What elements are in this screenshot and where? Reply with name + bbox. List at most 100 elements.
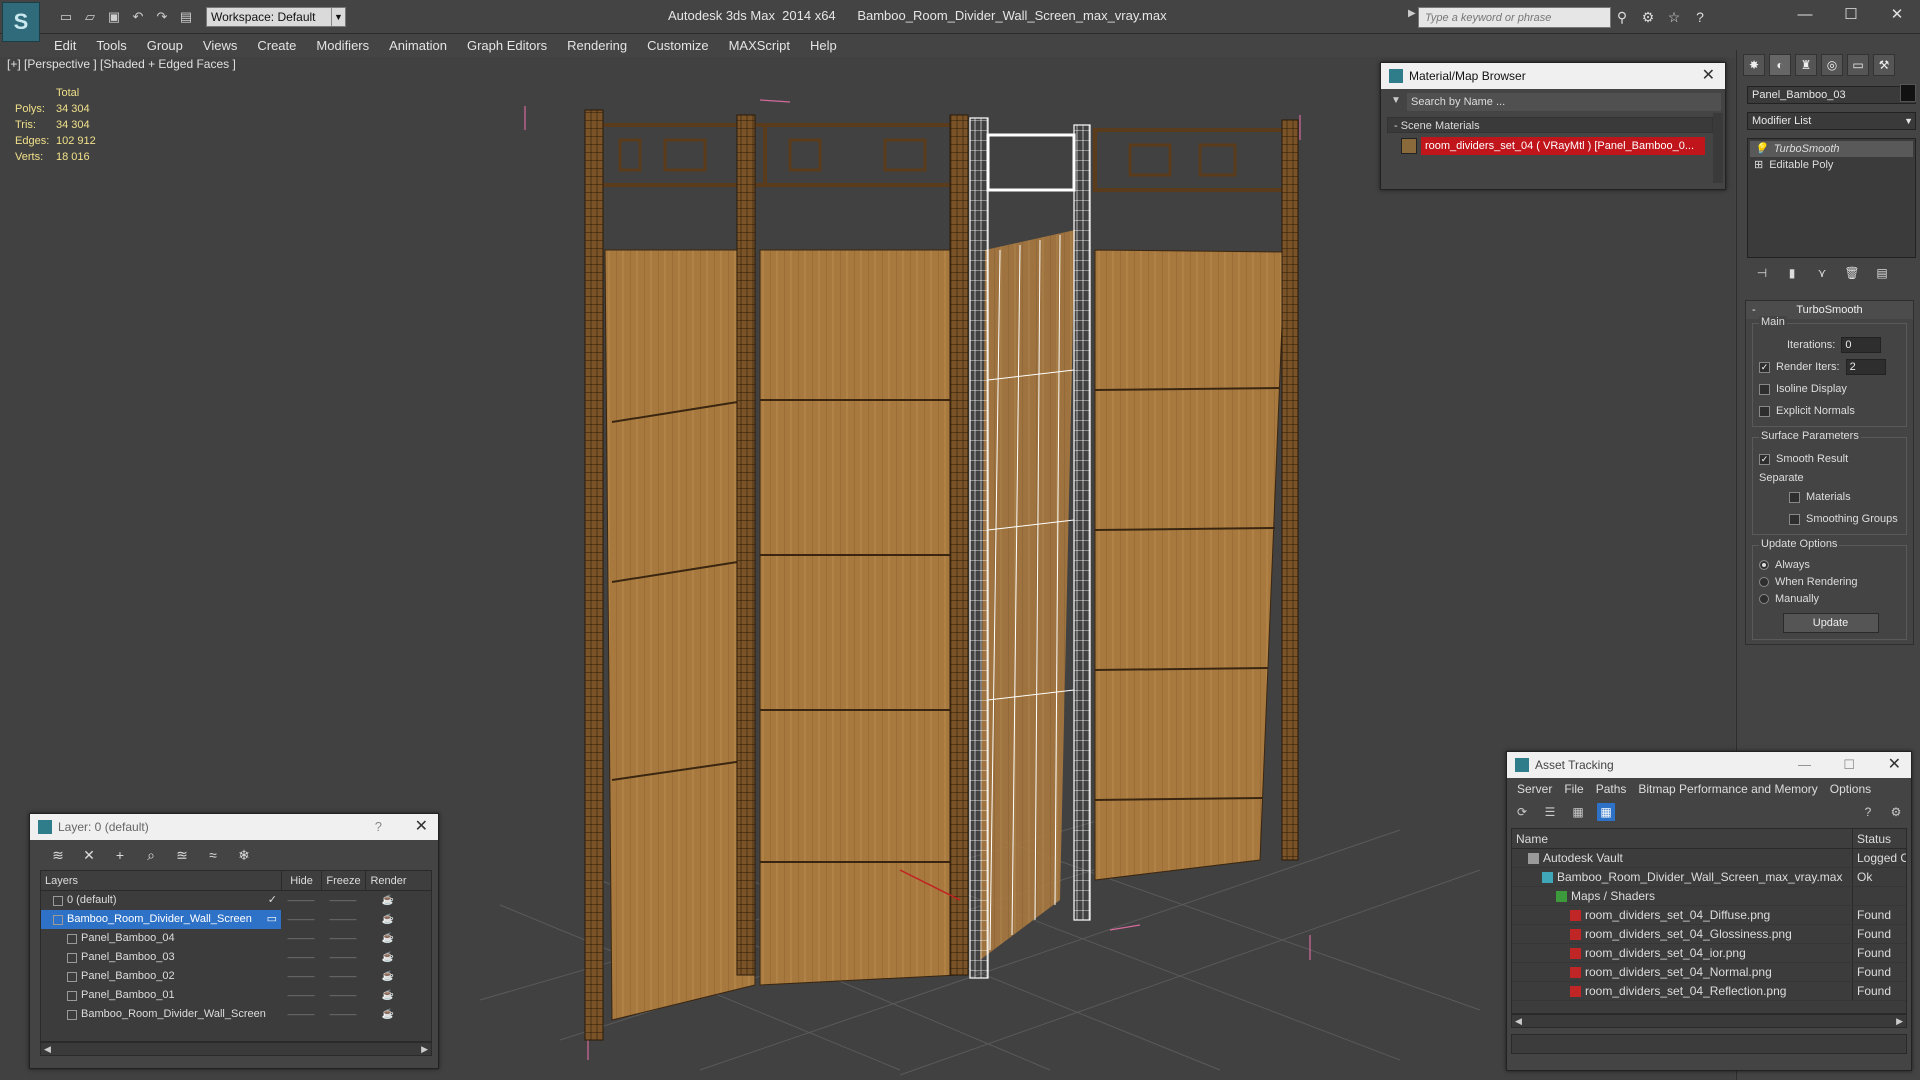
asset-row[interactable]: Bamboo_Room_Divider_Wall_Screen_max_vray… [1512, 868, 1906, 887]
app-menu-button[interactable]: S [2, 2, 40, 42]
render-teapot-icon[interactable]: ☕ [365, 948, 411, 967]
menu-tools[interactable]: Tools [86, 38, 136, 53]
asset-row[interactable]: room_dividers_set_04_ior.png Found [1512, 944, 1906, 963]
menu-customize[interactable]: Customize [637, 38, 718, 53]
show-end-result-icon[interactable]: ▮ [1783, 266, 1801, 284]
maximize-icon[interactable]: ☐ [1828, 0, 1874, 30]
undo-icon[interactable]: ↶ [128, 8, 148, 26]
scroll-right-icon[interactable]: ▶ [1896, 1016, 1903, 1027]
column-freeze[interactable]: Freeze [321, 871, 365, 890]
scroll-left-icon[interactable]: ◀ [44, 1044, 51, 1055]
scrollbar[interactable] [1713, 113, 1723, 183]
delete-layer-icon[interactable]: ✕ [79, 845, 99, 865]
when-rendering-radio[interactable] [1759, 576, 1769, 587]
asset-menu-paths[interactable]: Paths [1590, 782, 1633, 796]
menu-edit[interactable]: Edit [44, 38, 86, 53]
motion-tab-icon[interactable]: ◎ [1821, 54, 1843, 76]
help-icon[interactable]: ? [1690, 8, 1710, 26]
asset-row[interactable]: Maps / Shaders [1512, 887, 1906, 906]
asset-row[interactable]: Autodesk Vault Logged O [1512, 849, 1906, 868]
render-teapot-icon[interactable]: ☕ [365, 910, 411, 929]
material-search-input[interactable]: Search by Name ... [1407, 93, 1721, 111]
hide-toggle[interactable]: ——— [281, 929, 321, 948]
freeze-toggle[interactable]: ——— [321, 948, 365, 967]
hide-all-layers-icon[interactable]: ≈ [203, 845, 223, 865]
always-radio[interactable] [1759, 559, 1769, 570]
table-view-icon[interactable]: ▦ [1597, 803, 1615, 821]
freeze-toggle[interactable]: ——— [321, 967, 365, 986]
asset-row[interactable]: room_dividers_set_04_Normal.png Found [1512, 963, 1906, 982]
workspace-dropdown[interactable]: Workspace: Default ▼ [206, 7, 346, 27]
isoline-display-checkbox[interactable] [1759, 383, 1770, 395]
project-folder-icon[interactable]: ▤ [176, 8, 196, 26]
open-file-icon[interactable]: ▱ [80, 8, 100, 26]
freeze-toggle[interactable]: ——— [321, 929, 365, 948]
minimize-icon[interactable]: — [1782, 0, 1828, 30]
menu-rendering[interactable]: Rendering [557, 38, 637, 53]
freeze-toggle[interactable]: ——— [321, 891, 365, 910]
asset-menu-options[interactable]: Options [1824, 782, 1877, 796]
current-layer-indicator[interactable]: ▭ [267, 910, 277, 929]
column-layers[interactable]: Layers [41, 871, 281, 890]
close-icon[interactable]: ✕ [1888, 752, 1901, 778]
list-view-icon[interactable]: ☰ [1541, 803, 1559, 821]
asset-menu-file[interactable]: File [1558, 782, 1589, 796]
menu-group[interactable]: Group [137, 38, 193, 53]
horizontal-scrollbar[interactable]: ◀ ▶ [40, 1042, 432, 1056]
layer-titlebar[interactable]: Layer: 0 (default) ? ✕ [30, 814, 438, 840]
hide-toggle[interactable]: ——— [281, 910, 321, 929]
layer-row[interactable]: Bamboo_Room_Divider_Wall_Screen ——— ——— ☕ [41, 1005, 431, 1024]
material-browser-titlebar[interactable]: Material/Map Browser ✕ [1381, 63, 1725, 89]
freeze-toggle[interactable]: ——— [321, 986, 365, 1005]
hide-toggle[interactable]: ——— [281, 1005, 321, 1024]
thumbnail-view-icon[interactable]: ▦ [1569, 803, 1587, 821]
create-tab-icon[interactable]: ✸ [1743, 54, 1765, 76]
scene-materials-section[interactable]: - Scene Materials [1387, 117, 1713, 133]
asset-row[interactable]: room_dividers_set_04_Glossiness.png Found [1512, 925, 1906, 944]
asset-menu-server[interactable]: Server [1511, 782, 1558, 796]
asset-row[interactable]: room_dividers_set_04_Reflection.png Found [1512, 982, 1906, 1001]
column-render[interactable]: Render [365, 871, 411, 890]
column-name[interactable]: Name [1512, 829, 1852, 848]
remove-modifier-icon[interactable]: 🗑 [1843, 266, 1861, 284]
column-status[interactable]: Status [1852, 829, 1906, 848]
modifier-list-dropdown[interactable]: Modifier List ▼ [1747, 112, 1916, 130]
hide-toggle[interactable]: ——— [281, 967, 321, 986]
render-teapot-icon[interactable]: ☕ [365, 1005, 411, 1024]
help-search-input[interactable]: Type a keyword or phrase [1418, 7, 1611, 28]
close-icon[interactable]: ✕ [415, 814, 428, 840]
scroll-left-icon[interactable]: ◀ [1515, 1016, 1522, 1027]
menu-views[interactable]: Views [193, 38, 247, 53]
render-teapot-icon[interactable]: ☕ [365, 929, 411, 948]
expand-plus-icon[interactable]: ⊞ [1754, 157, 1763, 173]
add-to-layer-icon[interactable]: + [110, 845, 130, 865]
freeze-toggle[interactable]: ——— [321, 910, 365, 929]
asset-menu-bitmap-performance-and-memory[interactable]: Bitmap Performance and Memory [1632, 782, 1823, 796]
freeze-toggle[interactable]: ——— [321, 1005, 365, 1024]
help-icon[interactable]: ? [1859, 803, 1877, 821]
stack-item-turbosmooth[interactable]: 💡 TurboSmooth [1750, 141, 1913, 157]
asset-path-field[interactable] [1511, 1034, 1907, 1054]
configure-modifier-sets-icon[interactable]: ▤ [1873, 266, 1891, 284]
materials-checkbox[interactable] [1789, 491, 1800, 503]
manually-radio[interactable] [1759, 593, 1769, 604]
communication-center-icon[interactable]: ⚙ [1638, 8, 1658, 26]
hide-toggle[interactable]: ——— [281, 986, 321, 1005]
search-expand-icon[interactable]: ▶ [1408, 8, 1416, 19]
render-iters-checkbox[interactable]: ✓ [1759, 361, 1770, 373]
object-name-field[interactable]: Panel_Bamboo_03 [1747, 86, 1916, 104]
menu-graph-editors[interactable]: Graph Editors [457, 38, 557, 53]
menu-animation[interactable]: Animation [379, 38, 457, 53]
highlight-layer-icon[interactable]: ≊ [172, 845, 192, 865]
menu-help[interactable]: Help [800, 38, 847, 53]
horizontal-scrollbar[interactable]: ◀ ▶ [1511, 1014, 1907, 1028]
settings-icon[interactable]: ⚙ [1887, 803, 1905, 821]
smoothing-groups-checkbox[interactable] [1789, 513, 1800, 525]
maximize-icon[interactable]: ☐ [1843, 752, 1855, 778]
minimize-icon[interactable]: — [1798, 752, 1811, 778]
stack-item-editable-poly[interactable]: ⊞ Editable Poly [1750, 157, 1913, 173]
update-button[interactable]: Update [1782, 613, 1879, 633]
display-tab-icon[interactable]: ▭ [1847, 54, 1869, 76]
make-unique-icon[interactable]: ⋎ [1813, 266, 1831, 284]
redo-icon[interactable]: ↷ [152, 8, 172, 26]
